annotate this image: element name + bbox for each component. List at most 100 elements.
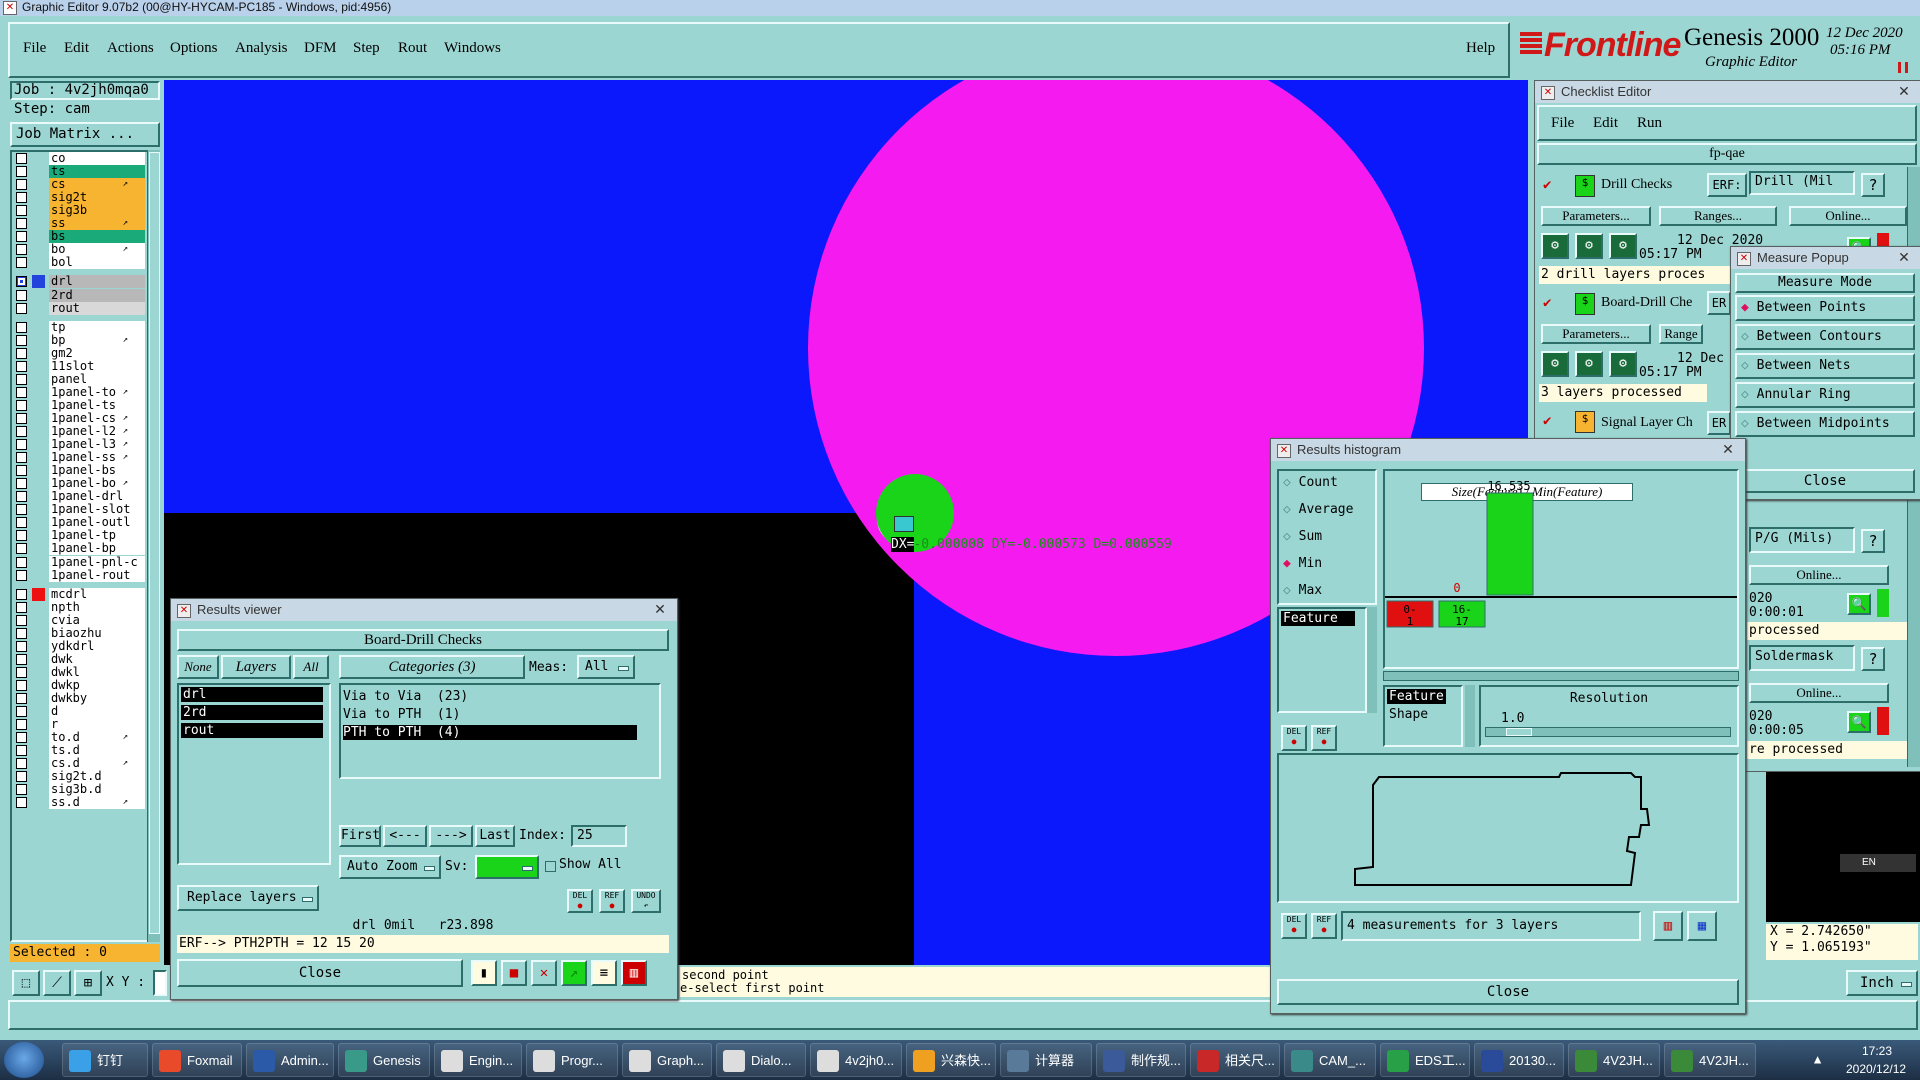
chart-export-icon[interactable]: ▥: [1653, 911, 1683, 941]
sm-online-button[interactable]: Online...: [1749, 683, 1889, 703]
xy-field[interactable]: [153, 970, 167, 996]
checklist-menu-file[interactable]: File: [1551, 115, 1574, 132]
help-button[interactable]: ?: [1861, 529, 1885, 553]
layer-row[interactable]: d: [16, 705, 145, 719]
radio-count[interactable]: ◇ Count: [1283, 475, 1338, 490]
layer-checkbox[interactable]: [16, 771, 27, 783]
layer-name[interactable]: sig2t: [49, 191, 145, 205]
layer-row[interactable]: 1panel-cs ↗: [16, 411, 145, 425]
taskbar-item[interactable]: Admin...: [246, 1043, 334, 1077]
layer-checkbox[interactable]: [16, 556, 27, 568]
layer-row[interactable]: 1panel-bo ↗: [16, 477, 145, 491]
taskbar-item[interactable]: 相关尺...: [1190, 1043, 1280, 1077]
layer-name[interactable]: npth: [49, 600, 145, 614]
taskbar-item[interactable]: 钉钉: [62, 1043, 148, 1077]
list-item[interactable]: Shape: [1389, 707, 1428, 722]
taskbar-item[interactable]: Dialo...: [716, 1043, 806, 1077]
taskbar-item[interactable]: Foxmail: [152, 1043, 242, 1077]
layer-row[interactable]: cs.d ↗: [16, 757, 145, 771]
list-item[interactable]: Via to Via (23): [343, 689, 468, 704]
layer-name[interactable]: 1panel-l2: [49, 425, 145, 438]
layer-row[interactable]: sig3b: [16, 204, 145, 218]
layer-row[interactable]: cs ↗: [16, 178, 145, 192]
ref-button[interactable]: REF ●: [1311, 913, 1337, 939]
feature-shape-list[interactable]: Feature Shape: [1383, 685, 1463, 747]
layer-checkbox[interactable]: [16, 679, 27, 691]
layer-checkbox[interactable]: [16, 426, 27, 437]
measure-option-between-contours[interactable]: ◇ Between Contours: [1735, 324, 1915, 350]
report-icon[interactable]: ≡: [591, 960, 617, 986]
layer-checkbox[interactable]: [16, 601, 27, 613]
radio-average[interactable]: ◇ Average: [1283, 502, 1353, 517]
layer-name[interactable]: 1panel-drl: [49, 490, 145, 504]
list-item[interactable]: PTH to PTH (4): [343, 725, 637, 740]
layer-name[interactable]: d: [49, 705, 145, 719]
measure-option-annular-ring[interactable]: ◇ Annular Ring: [1735, 382, 1915, 408]
del-button[interactable]: DEL ●: [1281, 725, 1307, 751]
layer-row[interactable]: ts: [16, 165, 145, 179]
layer-checkbox[interactable]: [16, 504, 27, 516]
layer-row[interactable]: dwkby: [16, 692, 145, 705]
layer-checkbox[interactable]: [16, 399, 27, 411]
layer-name[interactable]: to.d: [49, 731, 145, 745]
layer-row[interactable]: 11slot: [16, 359, 145, 373]
layer-scrollbar[interactable]: [147, 150, 160, 942]
layer-row[interactable]: 1panel-bp: [16, 542, 145, 556]
layer-row[interactable]: 1panel-drl: [16, 490, 145, 504]
layer-name[interactable]: bol: [49, 256, 145, 270]
histogram-icon[interactable]: ▥: [621, 960, 647, 986]
layer-name[interactable]: mcdrl: [49, 587, 145, 601]
layer-checkbox[interactable]: [16, 347, 27, 359]
layer-checkbox[interactable]: [16, 289, 27, 301]
index-input[interactable]: 25: [571, 825, 627, 847]
checklist-menu-edit[interactable]: Edit: [1593, 115, 1618, 132]
pg-online-button[interactable]: Online...: [1749, 565, 1889, 585]
taskbar-item[interactable]: CAM_...: [1284, 1043, 1376, 1077]
layer-name[interactable]: 1panel-rout: [49, 568, 145, 582]
drill-ranges-button[interactable]: Ranges...: [1659, 206, 1777, 226]
undo-button[interactable]: UNDO ↶: [631, 889, 661, 913]
prev-button[interactable]: <---: [383, 825, 427, 847]
layer-checkbox[interactable]: [16, 569, 27, 581]
layer-results-list[interactable]: drl 2rd rout: [177, 683, 331, 865]
resolution-slider[interactable]: [1485, 727, 1731, 737]
export-icon[interactable]: ↗: [561, 960, 587, 986]
layer-name[interactable]: biaozhu: [49, 626, 145, 640]
tool-grid-button[interactable]: ⊞: [74, 970, 102, 996]
layer-row[interactable]: panel: [16, 372, 145, 386]
layer-name[interactable]: co: [49, 152, 145, 165]
taskbar-item[interactable]: Genesis: [338, 1043, 430, 1077]
layer-name[interactable]: ydkdrl: [49, 639, 145, 653]
list-item[interactable]: rout: [181, 723, 323, 738]
layer-name[interactable]: 2rd: [49, 288, 145, 302]
histogram-close-button[interactable]: Close: [1277, 979, 1739, 1005]
layer-name[interactable]: 1panel-bp: [49, 542, 145, 556]
run-icon[interactable]: ⚙: [1575, 233, 1603, 259]
signal-check-checkbox[interactable]: ✔: [1543, 413, 1551, 429]
ref-button[interactable]: REF ●: [599, 889, 625, 913]
menu-rout[interactable]: Rout: [398, 40, 427, 57]
del-button[interactable]: DEL ●: [567, 889, 593, 913]
drill-check-label[interactable]: Drill Checks: [1601, 177, 1672, 193]
board-check-label[interactable]: Board-Drill Che: [1601, 295, 1692, 311]
close-icon[interactable]: ✕: [649, 601, 671, 618]
layer-row[interactable]: sig2t.d: [16, 770, 145, 784]
none-button[interactable]: None: [177, 655, 219, 679]
list-item[interactable]: Feature: [1281, 611, 1355, 626]
layer-name[interactable]: panel: [49, 372, 145, 386]
tray-arrow-icon[interactable]: ▲: [1814, 1052, 1821, 1066]
layer-name[interactable]: r: [49, 718, 145, 732]
layer-name[interactable]: bp: [49, 333, 145, 347]
results-viewer-close-button[interactable]: Close: [177, 959, 463, 987]
zoom-icon[interactable]: 🔍: [1847, 593, 1871, 615]
menu-actions[interactable]: Actions: [107, 40, 154, 57]
layer-checkbox[interactable]: [16, 784, 27, 796]
layer-checkbox[interactable]: [16, 244, 27, 256]
layer-checkbox[interactable]: [16, 166, 27, 178]
layer-name[interactable]: dwkby: [49, 692, 145, 705]
taskbar-item[interactable]: 4V2JH...: [1568, 1043, 1660, 1077]
histogram-attr-scrollbar[interactable]: [1367, 607, 1377, 713]
layer-checkbox[interactable]: [16, 543, 27, 555]
taskbar-item[interactable]: EDS工...: [1380, 1043, 1470, 1077]
layer-name[interactable]: rout: [49, 301, 145, 315]
